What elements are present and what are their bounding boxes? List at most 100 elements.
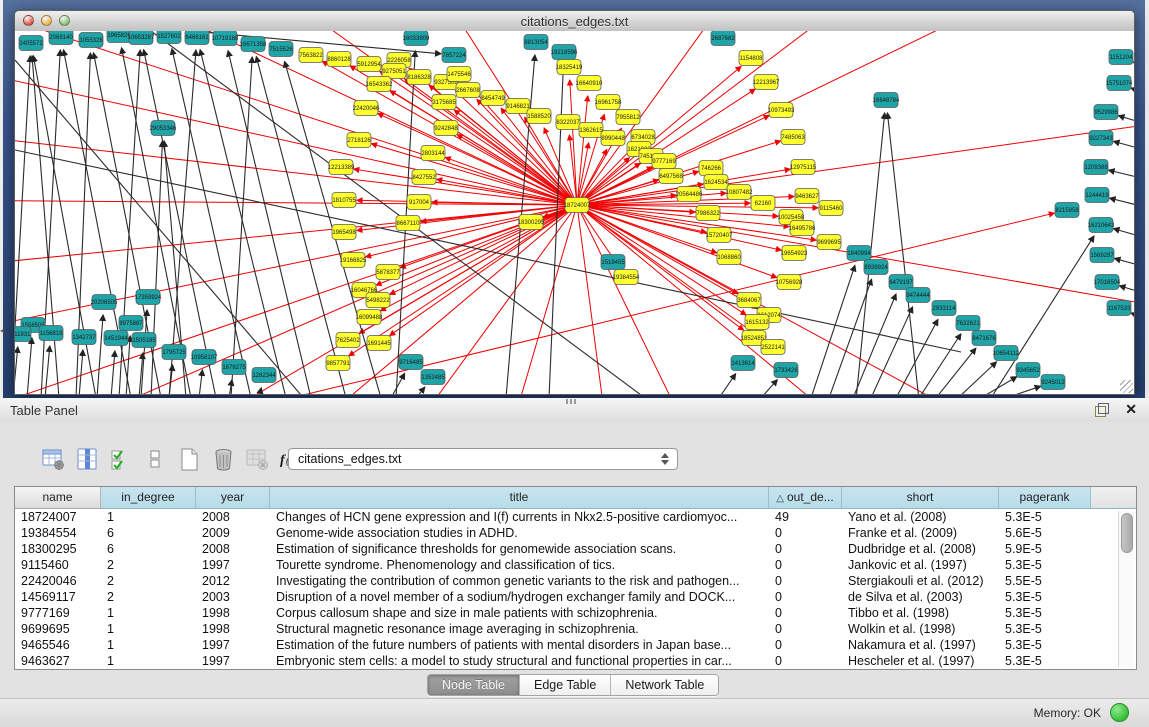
table-cell[interactable]: 1 xyxy=(101,621,196,637)
table-cell[interactable]: 2 xyxy=(101,557,196,573)
table-cell[interactable]: Yano et al. (2008) xyxy=(842,509,999,525)
table-mode-icon[interactable] xyxy=(142,446,169,473)
table-scrollbar[interactable] xyxy=(1118,511,1134,667)
table-cell[interactable]: Tourette syndrome. Phenomenology and cla… xyxy=(270,557,769,573)
show-columns-icon[interactable] xyxy=(74,446,101,473)
table-cell[interactable]: 2008 xyxy=(196,509,270,525)
table-cell[interactable]: 1 xyxy=(101,637,196,653)
table-cell[interactable]: Investigating the contribution of common… xyxy=(270,573,769,589)
table-cell[interactable]: Franke et al. (2009) xyxy=(842,525,999,541)
table-cell[interactable]: Corpus callosum shape and size in male p… xyxy=(270,605,769,621)
delete-column-icon[interactable] xyxy=(210,446,237,473)
column-header-pagerank[interactable]: pagerank xyxy=(999,487,1091,509)
table-settings-icon[interactable] xyxy=(40,446,67,473)
column-header-out-de-[interactable]: △out_de... xyxy=(769,487,842,509)
table-row[interactable]: 946362711997Embryonic stem cells: a mode… xyxy=(15,653,1136,669)
table-cell[interactable]: 9777169 xyxy=(15,605,101,621)
tab-edge-table[interactable]: Edge Table xyxy=(520,675,611,695)
table-cell[interactable]: 18724007 xyxy=(15,509,101,525)
table-cell[interactable]: 1 xyxy=(101,605,196,621)
table-row[interactable]: 969969511998Structural magnetic resonanc… xyxy=(15,621,1136,637)
table-selector-dropdown[interactable]: citations_edges.txt xyxy=(288,448,678,470)
table-cell[interactable]: Hescheler et al. (1997) xyxy=(842,653,999,669)
table-cell[interactable]: 1997 xyxy=(196,637,270,653)
network-canvas[interactable]: 2405572206914010553281965826106532871527… xyxy=(15,31,1134,394)
column-header-year[interactable]: year xyxy=(196,487,270,509)
table-row[interactable]: 911546021997Tourette syndrome. Phenomeno… xyxy=(15,557,1136,573)
table-cell[interactable]: de Silva et al. (2003) xyxy=(842,589,999,605)
table-cell[interactable]: 5.3E-5 xyxy=(999,621,1091,637)
table-cell[interactable]: 0 xyxy=(769,541,842,557)
table-cell[interactable]: 0 xyxy=(769,621,842,637)
table-cell[interactable]: 49 xyxy=(769,509,842,525)
table-cell[interactable]: 6 xyxy=(101,541,196,557)
table-row[interactable]: 1830029562008Estimation of significance … xyxy=(15,541,1136,557)
table-cell[interactable]: 1998 xyxy=(196,605,270,621)
table-cell[interactable]: Genome-wide association studies in ADHD. xyxy=(270,525,769,541)
table-row[interactable]: 946554611997Estimation of the future num… xyxy=(15,637,1136,653)
table-cell[interactable]: Estimation of the future numbers of pati… xyxy=(270,637,769,653)
table-cell[interactable]: 1 xyxy=(101,509,196,525)
table-row[interactable]: 1456911722003Disruption of a novel membe… xyxy=(15,589,1136,605)
table-cell[interactable]: 6 xyxy=(101,525,196,541)
table-cell[interactable]: Estimation of significance thresholds fo… xyxy=(270,541,769,557)
table-cell[interactable]: 19384554 xyxy=(15,525,101,541)
table-cell[interactable]: 5.3E-5 xyxy=(999,589,1091,605)
table-cell[interactable]: 2009 xyxy=(196,525,270,541)
table-cell[interactable]: 2 xyxy=(101,573,196,589)
float-window-icon[interactable] xyxy=(1095,403,1109,417)
table-cell[interactable]: 2012 xyxy=(196,573,270,589)
table-cell[interactable]: 5.3E-5 xyxy=(999,557,1091,573)
table-cell[interactable]: 1997 xyxy=(196,557,270,573)
table-cell[interactable]: 9465546 xyxy=(15,637,101,653)
splitter-handle[interactable] xyxy=(566,399,576,404)
table-cell[interactable]: 14569117 xyxy=(15,589,101,605)
table-row[interactable]: 2242004622012Investigating the contribut… xyxy=(15,573,1136,589)
network-graph[interactable]: 2405572206914010553281965826106532871527… xyxy=(15,31,1134,394)
column-header-title[interactable]: title xyxy=(270,487,769,509)
table-cell[interactable]: Stergiakouli et al. (2012) xyxy=(842,573,999,589)
column-header-in-degree[interactable]: in_degree xyxy=(101,487,196,509)
table-cell[interactable]: 5.3E-5 xyxy=(999,653,1091,669)
close-panel-icon[interactable]: ✕ xyxy=(1125,401,1137,418)
table-cell[interactable]: 0 xyxy=(769,573,842,589)
table-cell[interactable]: 0 xyxy=(769,589,842,605)
network-window-titlebar[interactable]: citations_edges.txt xyxy=(15,11,1134,32)
table-cell[interactable]: Disruption of a novel member of a sodium… xyxy=(270,589,769,605)
table-cell[interactable]: Dudbridge et al. (2008) xyxy=(842,541,999,557)
table-cell[interactable]: 1998 xyxy=(196,621,270,637)
table-cell[interactable]: 0 xyxy=(769,605,842,621)
column-header-short[interactable]: short xyxy=(842,487,999,509)
scrollbar-thumb[interactable] xyxy=(1121,513,1133,553)
table-cell[interactable]: Embryonic stem cells: a model to study s… xyxy=(270,653,769,669)
table-row[interactable]: 1938455462009Genome-wide association stu… xyxy=(15,525,1136,541)
table-cell[interactable]: Wolkin et al. (1998) xyxy=(842,621,999,637)
table-cell[interactable]: 0 xyxy=(769,525,842,541)
table-cell[interactable]: 5.3E-5 xyxy=(999,637,1091,653)
delete-table-icon[interactable] xyxy=(244,446,271,473)
memory-indicator-icon[interactable] xyxy=(1110,703,1129,722)
table-cell[interactable]: 0 xyxy=(769,557,842,573)
table-cell[interactable]: 22420046 xyxy=(15,573,101,589)
column-header-name[interactable]: name xyxy=(15,487,101,509)
table-cell[interactable]: 9115460 xyxy=(15,557,101,573)
table-cell[interactable]: 2 xyxy=(101,589,196,605)
table-cell[interactable]: 5.3E-5 xyxy=(999,509,1091,525)
new-column-icon[interactable] xyxy=(176,446,203,473)
canvas-resize-grip[interactable] xyxy=(1120,380,1133,393)
table-cell[interactable]: Structural magnetic resonance image aver… xyxy=(270,621,769,637)
tab-node-table[interactable]: Node Table xyxy=(428,675,520,695)
table-cell[interactable]: 5.5E-5 xyxy=(999,573,1091,589)
table-cell[interactable]: 9463627 xyxy=(15,653,101,669)
table-cell[interactable]: 0 xyxy=(769,637,842,653)
row-selection-icon[interactable] xyxy=(108,446,135,473)
table-cell[interactable]: 5.3E-5 xyxy=(999,605,1091,621)
table-cell[interactable]: 18300295 xyxy=(15,541,101,557)
table-cell[interactable]: 9699695 xyxy=(15,621,101,637)
table-cell[interactable]: 2003 xyxy=(196,589,270,605)
table-cell[interactable]: 1997 xyxy=(196,653,270,669)
table-cell[interactable]: Nakamura et al. (1997) xyxy=(842,637,999,653)
table-cell[interactable]: Jankovic et al. (1997) xyxy=(842,557,999,573)
panel-collapse-arrow[interactable]: ◂ xyxy=(0,326,8,336)
table-cell[interactable]: 1 xyxy=(101,653,196,669)
